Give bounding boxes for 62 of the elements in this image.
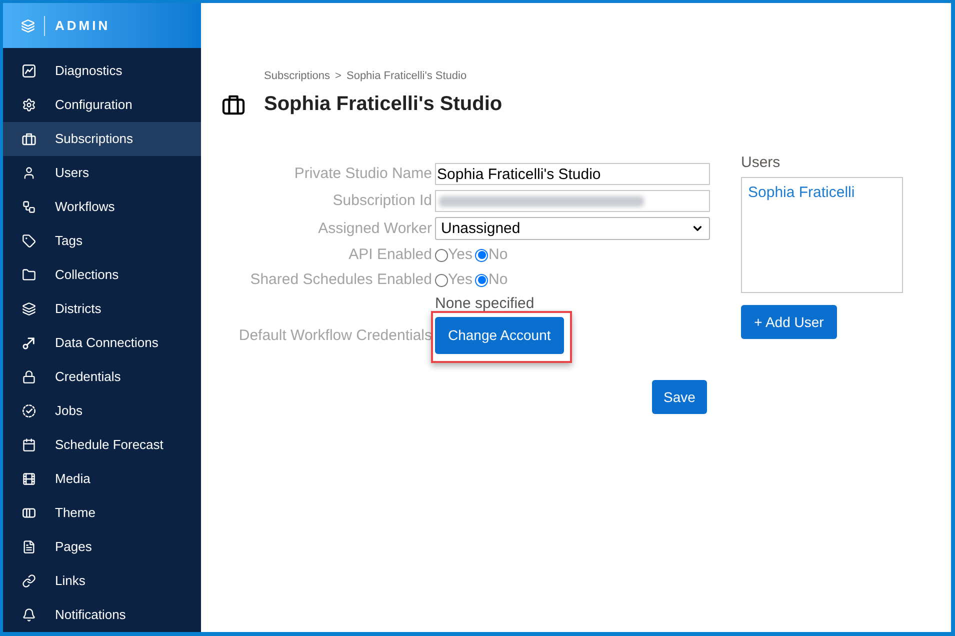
sidebar-item[interactable]: Users [3, 156, 201, 190]
save-button[interactable]: Save [652, 380, 707, 414]
breadcrumb-separator: > [335, 69, 342, 83]
sidebar-item[interactable]: Data Connections [3, 326, 201, 360]
sidebar-item[interactable]: Collections [3, 258, 201, 292]
sidebar-item[interactable]: Workflows [3, 190, 201, 224]
field-label: Default Workflow Credentials [238, 327, 432, 345]
sidebar-item[interactable]: Subscriptions [3, 122, 201, 156]
field-label: Private Studio Name [293, 165, 432, 183]
sidebar-item[interactable]: Schedule Forecast [3, 428, 201, 462]
settings-icon [22, 98, 36, 112]
panel-icon [22, 506, 36, 520]
briefcase-icon [22, 132, 36, 146]
field-label: Assigned Worker [317, 220, 432, 238]
folder-icon [22, 268, 36, 282]
link-icon [22, 574, 36, 588]
layers-icon [21, 18, 35, 32]
breadcrumb-link[interactable]: Subscriptions [264, 69, 330, 83]
radio-button[interactable] [475, 274, 488, 286]
field-label: Shared Schedules Enabled [249, 271, 432, 289]
text-input[interactable]: Sophia Fraticelli's Studio [435, 163, 710, 185]
change-account-button[interactable]: Change Account [435, 317, 564, 354]
document-icon [22, 540, 36, 554]
breadcrumb-current: Sophia Fraticelli's Studio [346, 69, 467, 83]
users-heading: Users [741, 154, 782, 172]
briefcase-icon [222, 94, 245, 114]
page-title: Sophia Fraticelli's Studio [264, 92, 502, 117]
user-link[interactable]: Sophia Fraticelli [748, 184, 855, 202]
sidebar-item[interactable]: Links [3, 564, 201, 598]
layers-icon [22, 302, 36, 316]
blurred-value-icon [439, 196, 644, 206]
add-user-button[interactable]: + Add User [741, 305, 837, 339]
tag-icon [22, 234, 36, 248]
sidebar-item[interactable]: Pages [3, 530, 201, 564]
sidebar-item[interactable]: Tags [3, 224, 201, 258]
film-icon [22, 472, 36, 486]
sidebar-item[interactable]: Notifications [3, 598, 201, 632]
brand-title: ADMIN [55, 19, 110, 32]
sidebar-item[interactable]: Credentials [3, 360, 201, 394]
sidebar-item[interactable]: Configuration [3, 88, 201, 122]
calendar-icon [22, 438, 36, 452]
sidebar-item[interactable]: Diagnostics [3, 54, 201, 88]
sidebar-item[interactable]: Theme [3, 496, 201, 530]
field-label: API Enabled [348, 246, 432, 264]
sidebar-item[interactable]: Jobs [3, 394, 201, 428]
bell-icon [22, 608, 36, 622]
radio-button[interactable] [435, 274, 448, 286]
users-list[interactable]: Sophia Fraticelli [741, 177, 903, 293]
sidebar-item[interactable]: Districts [3, 292, 201, 326]
credentials-status: None specified [435, 295, 534, 313]
sidebar-item[interactable]: Media [3, 462, 201, 496]
worker-select[interactable]: Unassigned [435, 217, 710, 240]
radio-button[interactable] [435, 248, 448, 262]
user-icon [22, 166, 36, 180]
arrow-icon [22, 336, 36, 350]
text-input[interactable] [435, 190, 710, 212]
field-label: Subscription Id [332, 192, 432, 210]
lock-icon [22, 370, 36, 384]
check-circle-icon [22, 404, 36, 418]
radio-button[interactable] [475, 248, 488, 262]
workflow-icon [22, 200, 36, 214]
chart-icon [22, 64, 36, 78]
